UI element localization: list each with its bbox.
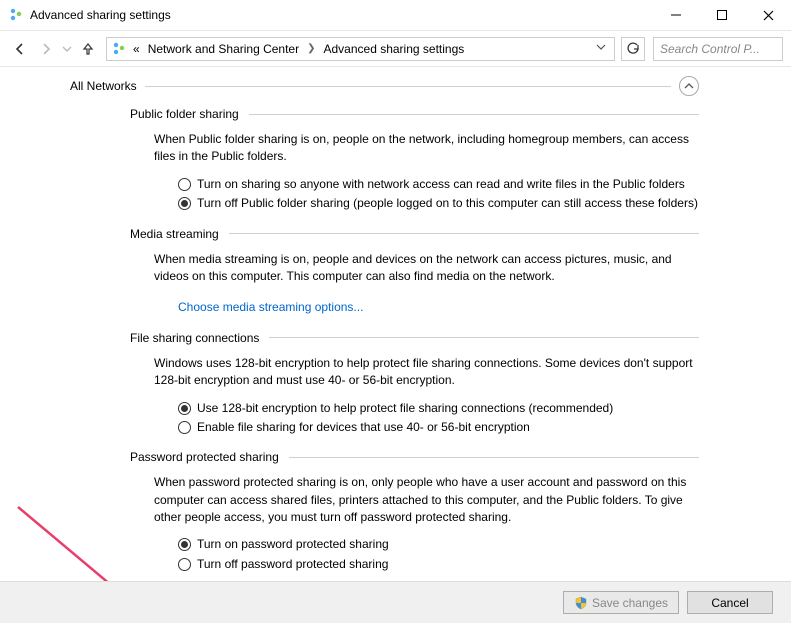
section-title: Public folder sharing [130, 107, 239, 121]
radio-public-on[interactable]: Turn on sharing so anyone with network a… [178, 176, 699, 193]
section-title: File sharing connections [130, 331, 259, 345]
section-file-sharing-connections: File sharing connections Windows uses 12… [130, 331, 699, 437]
navigation-bar: « Network and Sharing Center ❯ Advanced … [0, 31, 791, 67]
radio-label: Turn on password protected sharing [197, 536, 389, 553]
breadcrumb-dropdown[interactable] [596, 42, 610, 55]
search-placeholder: Search Control P... [660, 42, 760, 56]
maximize-button[interactable] [699, 0, 745, 31]
radio-password-on[interactable]: Turn on password protected sharing [178, 536, 699, 553]
section-media-streaming: Media streaming When media streaming is … [130, 227, 699, 317]
section-description: When password protected sharing is on, o… [154, 474, 699, 526]
section-password-protected-sharing: Password protected sharing When password… [130, 450, 699, 573]
radio-encryption-40-56bit[interactable]: Enable file sharing for devices that use… [178, 419, 699, 436]
radio-icon [178, 197, 191, 210]
close-button[interactable] [745, 0, 791, 31]
back-button[interactable] [8, 37, 32, 61]
breadcrumb-icon [111, 41, 127, 57]
up-button[interactable] [76, 37, 100, 61]
radio-label: Turn off password protected sharing [197, 556, 388, 573]
breadcrumb-item-parent[interactable]: Network and Sharing Center [146, 40, 301, 58]
collapse-icon[interactable] [679, 76, 699, 96]
breadcrumb-item-current[interactable]: Advanced sharing settings [322, 40, 467, 58]
cancel-button[interactable]: Cancel [687, 591, 773, 614]
control-panel-network-icon [8, 7, 24, 23]
minimize-button[interactable] [653, 0, 699, 31]
radio-icon [178, 178, 191, 191]
radio-icon [178, 421, 191, 434]
profile-header-all-networks[interactable]: All Networks [70, 75, 699, 97]
divider [269, 337, 699, 338]
button-label: Cancel [711, 596, 748, 610]
content-area: All Networks Public folder sharing When … [0, 67, 791, 581]
breadcrumb[interactable]: « Network and Sharing Center ❯ Advanced … [106, 37, 615, 61]
section-description: When media streaming is on, people and d… [154, 251, 699, 286]
section-title: Password protected sharing [130, 450, 279, 464]
button-label: Save changes [592, 596, 668, 610]
window-title: Advanced sharing settings [30, 8, 171, 22]
radio-public-off[interactable]: Turn off Public folder sharing (people l… [178, 195, 699, 212]
section-description: When Public folder sharing is on, people… [154, 131, 699, 166]
divider [249, 114, 699, 115]
uac-shield-icon [574, 596, 588, 610]
radio-icon [178, 402, 191, 415]
section-description: Windows uses 128-bit encryption to help … [154, 355, 699, 390]
titlebar: Advanced sharing settings [0, 0, 791, 31]
radio-icon [178, 538, 191, 551]
window-controls [653, 0, 791, 31]
profile-title: All Networks [70, 79, 137, 93]
radio-icon [178, 558, 191, 571]
radio-password-off[interactable]: Turn off password protected sharing [178, 556, 699, 573]
section-title: Media streaming [130, 227, 219, 241]
forward-button[interactable] [34, 37, 58, 61]
section-public-folder-sharing: Public folder sharing When Public folder… [130, 107, 699, 213]
radio-label: Use 128-bit encryption to help protect f… [197, 400, 613, 417]
recent-locations-button[interactable] [60, 37, 74, 61]
footer: Save changes Cancel [0, 581, 791, 623]
search-input[interactable]: Search Control P... [653, 37, 783, 61]
radio-label: Turn on sharing so anyone with network a… [197, 176, 685, 193]
divider [229, 233, 699, 234]
media-streaming-options-link[interactable]: Choose media streaming options... [178, 299, 363, 316]
radio-label: Turn off Public folder sharing (people l… [197, 195, 698, 212]
breadcrumb-overflow[interactable]: « [131, 40, 142, 58]
radio-encryption-128bit[interactable]: Use 128-bit encryption to help protect f… [178, 400, 699, 417]
refresh-button[interactable] [621, 37, 645, 61]
radio-label: Enable file sharing for devices that use… [197, 419, 530, 436]
divider [145, 86, 671, 87]
chevron-right-icon: ❯ [305, 43, 317, 54]
save-changes-button[interactable]: Save changes [563, 591, 679, 614]
divider [289, 457, 699, 458]
